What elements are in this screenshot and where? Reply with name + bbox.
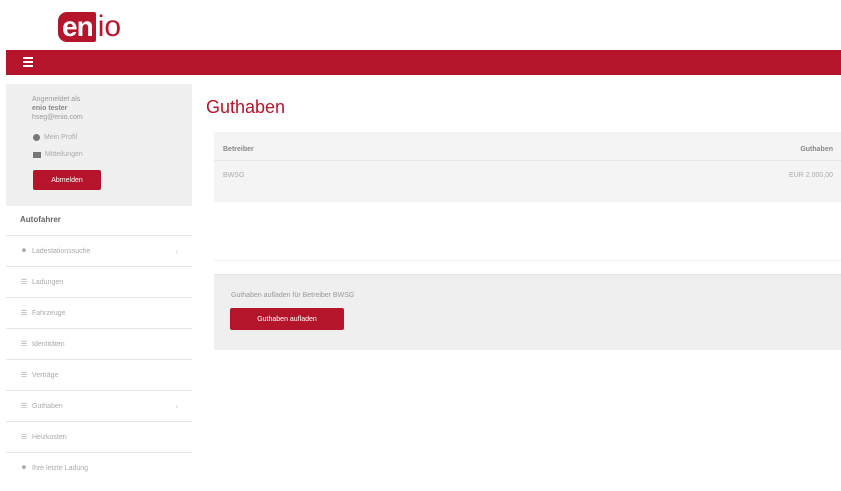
list-icon: ☰ bbox=[20, 372, 28, 379]
list-icon: ☰ bbox=[20, 341, 28, 348]
hamburger-menu-icon[interactable] bbox=[23, 57, 33, 67]
topup-description: Guthaben aufladen für Betreiber BWSG bbox=[231, 292, 355, 299]
topup-panel: Guthaben aufladen für Betreiber BWSG Gut… bbox=[214, 274, 841, 350]
sidebar-item-label: Ladestationssuche bbox=[32, 247, 91, 255]
sidebar-item-label: Verträge bbox=[32, 371, 59, 379]
messages-link[interactable]: Mitteilungen bbox=[33, 151, 83, 158]
balance-table: Betreiber Guthaben BWSG EUR 2.000,00 bbox=[214, 132, 841, 202]
enio-logo[interactable]: en io bbox=[58, 6, 121, 42]
messages-label: Mitteilungen bbox=[45, 151, 83, 158]
divider bbox=[214, 260, 841, 261]
sidebar-item-label: Ihre letzte Ladung bbox=[32, 464, 89, 472]
sidebar-item-ladestationssuche[interactable]: ⬥ Ladestationssuche › bbox=[6, 235, 192, 266]
sidebar-item-letzte-ladung[interactable]: ⬥ Ihre letzte Ladung bbox=[6, 452, 192, 483]
sidebar-item-vertraege[interactable]: ☰ Verträge bbox=[6, 359, 192, 390]
column-header-balance: Guthaben bbox=[800, 146, 833, 153]
sidebar-nav: ⬥ Ladestationssuche › ☰ Ladungen ☰ Fahrz… bbox=[6, 235, 192, 483]
topup-button[interactable]: Guthaben aufladen bbox=[230, 308, 344, 330]
map-pin-icon: ⬥ bbox=[21, 247, 27, 254]
logout-button[interactable]: Abmelden bbox=[33, 170, 101, 190]
my-profile-link[interactable]: Mein Profil bbox=[33, 134, 77, 141]
list-icon: ☰ bbox=[20, 310, 28, 317]
logo-part-en: en bbox=[58, 12, 96, 42]
sidebar-item-label: Fahrzeuge bbox=[32, 309, 66, 317]
gear-icon bbox=[33, 134, 40, 141]
sidebar-item-guthaben[interactable]: ☰ Guthaben › bbox=[6, 390, 192, 421]
cell-operator: BWSG bbox=[223, 172, 245, 179]
sidebar-item-label: Guthaben bbox=[32, 402, 63, 410]
logged-in-label: Angemeldet als bbox=[32, 96, 81, 103]
user-box: Angemeldet als enio tester hseg@enio.com… bbox=[6, 84, 192, 206]
sidebar-item-identitaeten[interactable]: ☰ Identitäten bbox=[6, 328, 192, 359]
sidebar-item-label: Identitäten bbox=[32, 340, 65, 348]
sidebar-item-fahrzeuge[interactable]: ☰ Fahrzeuge bbox=[6, 297, 192, 328]
list-icon: ☰ bbox=[20, 279, 28, 286]
chevron-right-icon: › bbox=[175, 401, 178, 411]
envelope-icon bbox=[33, 151, 41, 158]
my-profile-label: Mein Profil bbox=[44, 134, 78, 141]
map-pin-icon: ⬥ bbox=[21, 464, 27, 471]
user-email: hseg@enio.com bbox=[32, 114, 83, 121]
list-icon: ☰ bbox=[20, 434, 28, 441]
sidebar-item-heizkosten[interactable]: ☰ Heizkosten bbox=[6, 421, 192, 452]
logo-part-io: io bbox=[97, 10, 122, 43]
list-icon: ☰ bbox=[20, 403, 28, 410]
header: en io bbox=[0, 0, 841, 50]
user-name: enio tester bbox=[32, 105, 68, 112]
sidebar-item-label: Heizkosten bbox=[32, 433, 67, 441]
sidebar-item-ladungen[interactable]: ☰ Ladungen bbox=[6, 266, 192, 297]
chevron-right-icon: › bbox=[175, 246, 178, 256]
top-navbar bbox=[6, 50, 841, 75]
column-header-operator: Betreiber bbox=[223, 146, 254, 153]
cell-balance: EUR 2.000,00 bbox=[789, 172, 833, 179]
section-title-autofahrer: Autofahrer bbox=[20, 215, 61, 224]
sidebar: Angemeldet als enio tester hseg@enio.com… bbox=[6, 84, 192, 491]
sidebar-item-label: Ladungen bbox=[32, 278, 64, 286]
page-title: Guthaben bbox=[206, 97, 286, 117]
table-header-divider bbox=[214, 160, 841, 161]
